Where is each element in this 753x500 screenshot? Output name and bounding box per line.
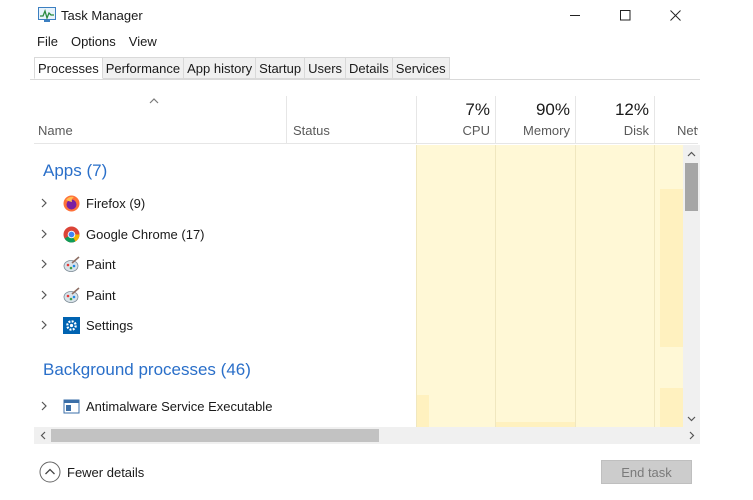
close-button[interactable] — [650, 0, 700, 30]
column-memory-label: Memory — [523, 123, 570, 138]
cpu-heat-highlight — [417, 395, 429, 427]
cpu-heat-column — [416, 145, 495, 427]
process-name: Antimalware Service Executable — [86, 399, 273, 414]
service-window-icon — [63, 399, 80, 414]
disk-percent: 12% — [614, 100, 649, 119]
chevron-up-icon — [687, 151, 696, 156]
task-manager-window: Task Manager File Options View Processes… — [30, 0, 706, 500]
column-network[interactable]: Network — [654, 96, 698, 144]
maximize-icon — [619, 9, 630, 20]
footer-bar: Fewer details End task — [30, 450, 706, 500]
column-name[interactable]: Name — [34, 96, 284, 144]
title-bar: Task Manager — [30, 0, 706, 30]
memory-heat-column — [495, 145, 575, 427]
network-heat-highlight — [660, 189, 683, 347]
minimize-icon — [569, 14, 580, 16]
process-name: Settings — [86, 318, 133, 333]
column-name-label: Name — [38, 123, 73, 138]
end-task-button[interactable]: End task — [601, 460, 692, 484]
chevron-right-icon[interactable] — [40, 320, 48, 330]
process-row-antimalware[interactable]: Antimalware Service Executable — [34, 394, 416, 420]
process-name: Firefox (9) — [86, 196, 146, 211]
process-name: Google Chrome (17) — [86, 227, 205, 242]
chevron-down-icon — [687, 416, 696, 421]
chevron-right-icon[interactable] — [40, 290, 48, 300]
column-disk-label: Disk — [623, 123, 649, 138]
tab-details[interactable]: Details — [346, 57, 393, 79]
chevron-right-icon[interactable] — [40, 401, 48, 411]
task-manager-icon — [38, 7, 56, 22]
process-list: Apps (7) Firefox (9) Google Chrome (17) — [34, 145, 683, 427]
menu-view[interactable]: View — [122, 32, 163, 52]
fewer-details-toggle[interactable]: Fewer details — [39, 461, 144, 483]
process-row-firefox[interactable]: Firefox (9) — [34, 191, 416, 217]
collapse-up-icon — [39, 461, 61, 483]
cpu-percent: 7% — [465, 100, 490, 119]
tab-strip: Processes Performance App history Startu… — [34, 57, 450, 79]
process-name: Paint — [86, 288, 116, 303]
window-title: Task Manager — [61, 8, 143, 23]
column-status-label: Status — [293, 123, 330, 138]
network-heat-highlight-2 — [660, 388, 683, 427]
firefox-icon — [63, 195, 80, 212]
scroll-down-button[interactable] — [683, 410, 700, 427]
close-icon — [669, 9, 681, 21]
tabs-divider — [30, 79, 700, 80]
process-name: Paint — [86, 257, 116, 272]
menu-file[interactable]: File — [30, 32, 64, 52]
fewer-details-label: Fewer details — [67, 464, 145, 480]
scroll-right-button[interactable] — [683, 427, 700, 444]
chrome-icon — [63, 226, 80, 243]
column-header: Name Status 7% CPU 90% Memory 12% Disk N… — [34, 96, 698, 144]
column-status[interactable]: Status — [286, 96, 416, 144]
menu-options[interactable]: Options — [64, 32, 122, 52]
tab-processes[interactable]: Processes — [34, 57, 103, 79]
chevron-right-icon — [689, 431, 694, 440]
column-disk[interactable]: 12% Disk — [575, 96, 654, 144]
group-apps-title: Apps (7) — [43, 161, 108, 180]
chevron-left-icon — [40, 431, 45, 440]
tab-performance[interactable]: Performance — [102, 57, 185, 79]
horizontal-scroll-thumb[interactable] — [51, 429, 379, 442]
scroll-left-button[interactable] — [34, 427, 51, 444]
process-row-settings[interactable]: Settings — [34, 313, 416, 339]
column-memory[interactable]: 90% Memory — [495, 96, 575, 144]
tab-users[interactable]: Users — [305, 57, 347, 79]
chevron-right-icon[interactable] — [40, 229, 48, 239]
memory-percent: 90% — [535, 100, 570, 119]
maximize-button[interactable] — [600, 0, 650, 30]
column-network-label: Network — [677, 123, 698, 138]
menu-bar: File Options View — [30, 32, 163, 52]
paint-icon — [63, 287, 80, 303]
chevron-right-icon[interactable] — [40, 198, 48, 208]
minimize-button[interactable] — [550, 0, 600, 30]
network-heat-column — [654, 145, 683, 427]
process-row-chrome[interactable]: Google Chrome (17) — [34, 222, 416, 248]
group-background-title: Background processes (46) — [43, 360, 251, 379]
process-row-paint[interactable]: Paint — [34, 252, 416, 278]
column-cpu-label: CPU — [462, 123, 490, 138]
scroll-up-button[interactable] — [683, 145, 700, 162]
paint-icon — [63, 256, 80, 272]
tab-services[interactable]: Services — [392, 57, 450, 79]
process-row-paint-2[interactable]: Paint — [34, 283, 416, 309]
column-cpu[interactable]: 7% CPU — [416, 96, 495, 144]
tab-app-history[interactable]: App history — [184, 57, 257, 79]
vertical-scroll-thumb[interactable] — [685, 163, 698, 211]
horizontal-scrollbar[interactable] — [34, 427, 700, 444]
chevron-right-icon[interactable] — [40, 259, 48, 269]
settings-gear-icon — [63, 317, 80, 334]
tab-startup[interactable]: Startup — [256, 57, 306, 79]
disk-heat-column — [575, 145, 654, 427]
vertical-scrollbar[interactable] — [683, 145, 700, 427]
